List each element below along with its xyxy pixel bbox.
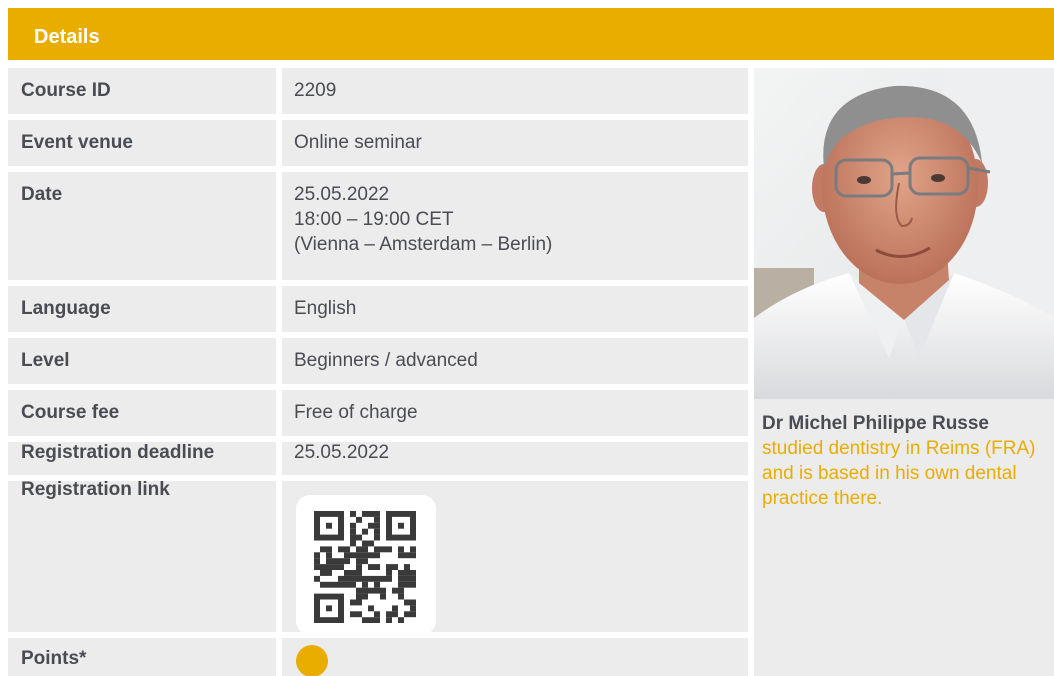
row-label-cell: Language [8,286,270,332]
row-label-cell: Course fee [8,390,270,436]
row-value-cell [276,481,748,635]
language-row: Language English [8,286,748,332]
row-value-cell: 25.05.2022 18:00 – 19:00 CET (Vienna – A… [276,172,748,280]
level-label: Level [21,350,70,371]
row-value-cell [276,638,748,676]
date-label: Date [21,184,63,205]
registration-link-label: Registration link [21,479,170,500]
points-circle-icon [296,645,328,676]
row-value-cell: 25.05.2022 [276,442,748,475]
row-value-cell: Free of charge [276,390,748,436]
course-fee-value: Free of charge [294,402,418,423]
time-value: 18:00 – 19:00 CET [294,209,454,230]
row-value-cell: 2209 [276,68,748,114]
qr-code-icon [314,511,416,623]
row-label-cell: Points* [8,638,270,676]
event-venue-row: Event venue Online seminar [8,120,748,166]
timezone-cities-value: (Vienna – Amsterdam – Berlin) [294,234,553,255]
row-value-cell: Online seminar [276,120,748,166]
event-venue-label: Event venue [21,132,133,153]
row-value-cell: Beginners / advanced [276,338,748,384]
row-label-cell: Registration link [8,479,270,632]
date-row: Date 25.05.2022 18:00 – 19:00 CET (Vienn… [8,172,748,280]
details-title: Details [34,26,100,48]
speaker-panel: Dr Michel Philippe Russe studied dentist… [754,68,1054,676]
registration-deadline-value: 25.05.2022 [294,442,390,463]
course-id-label: Course ID [21,80,111,101]
course-id-value: 2209 [294,80,337,101]
speaker-bio: Dr Michel Philippe Russe studied dentist… [762,411,1054,511]
row-label-cell: Date [8,172,270,280]
points-row: Points* [8,638,748,676]
row-value-cell: English [276,286,748,332]
event-venue-value: Online seminar [294,132,422,153]
row-label-cell: Level [8,338,270,384]
course-fee-row: Course fee Free of charge [8,390,748,436]
language-value: English [294,298,357,319]
row-label-cell: Course ID [8,68,270,114]
row-label-cell: Registration deadline [8,442,270,475]
row-label-cell: Event venue [8,120,270,166]
course-fee-label: Course fee [21,402,120,423]
points-label: Points* [21,648,87,669]
registration-link-row: Registration link [8,479,748,635]
course-id-row: Course ID 2209 [8,68,748,114]
speaker-photo [754,68,1054,399]
date-value: 25.05.2022 [294,184,390,205]
language-label: Language [21,298,111,319]
details-header: Details [8,8,1054,60]
level-row: Level Beginners / advanced [8,338,748,384]
speaker-name: Dr Michel Philippe Russe [762,413,989,434]
registration-deadline-label: Registration deadline [21,442,215,463]
registration-deadline-row: Registration deadline 25.05.2022 [8,442,748,475]
level-value: Beginners / advanced [294,350,478,371]
speaker-bio-text: studied dentistry in Reims (FRA) and is … [762,438,1036,509]
registration-qr-code[interactable] [296,495,436,635]
